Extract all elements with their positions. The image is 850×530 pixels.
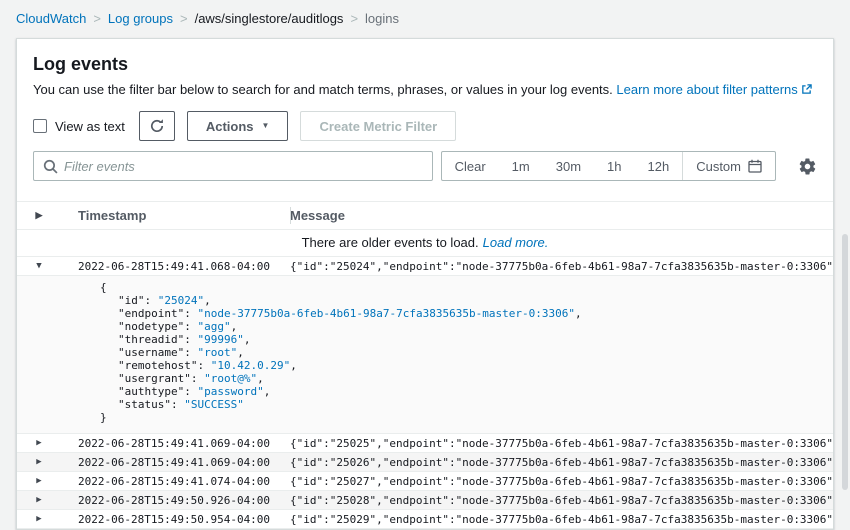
time-range-group: Clear 1m 30m 1h 12h Custom: [441, 151, 776, 181]
json-field-nodetype: "nodetype": "agg",: [100, 320, 833, 333]
expand-row-arrow[interactable]: ▶: [17, 438, 61, 448]
log-event-row[interactable]: ▶2022-06-28T15:49:41.074-04:00{"id":"250…: [17, 472, 833, 491]
older-events-text: There are older events to load.: [302, 235, 479, 250]
expand-row-arrow[interactable]: ▶: [17, 514, 61, 524]
collapse-row-arrow[interactable]: ▼: [17, 261, 61, 271]
settings-gear-icon[interactable]: [798, 157, 817, 176]
range-30m-button[interactable]: 30m: [543, 152, 594, 180]
range-1m-button[interactable]: 1m: [499, 152, 543, 180]
json-field-status: "status": "SUCCESS": [100, 398, 833, 411]
expand-row-arrow[interactable]: ▶: [17, 457, 61, 467]
page-description: You can use the filter bar below to sear…: [33, 81, 817, 99]
description-text: You can use the filter bar below to sear…: [33, 82, 613, 97]
event-timestamp: 2022-06-28T15:49:41.074-04:00: [61, 475, 290, 488]
expand-all-arrow[interactable]: ▶: [17, 210, 61, 221]
expand-row-arrow[interactable]: ▶: [17, 495, 61, 505]
toolbar: View as text Actions▼ Create Metric Filt…: [33, 111, 817, 141]
refresh-icon: [149, 118, 165, 134]
log-event-row[interactable]: ▶2022-06-28T15:49:41.069-04:00{"id":"250…: [17, 434, 833, 453]
view-as-text-checkbox[interactable]: [33, 119, 47, 133]
event-timestamp: 2022-06-28T15:49:50.954-04:00: [61, 513, 290, 526]
calendar-icon: [748, 159, 762, 173]
custom-range-button[interactable]: Custom: [682, 152, 775, 180]
event-message: {"id":"25024","endpoint":"node-37775b0a-…: [290, 260, 833, 273]
json-field-authtype: "authtype": "password",: [100, 385, 833, 398]
breadcrumb-separator: >: [350, 11, 358, 26]
event-timestamp: 2022-06-28T15:49:41.069-04:00: [61, 456, 290, 469]
external-link-icon: [801, 84, 812, 95]
range-12h-button[interactable]: 12h: [635, 152, 683, 180]
table-header-row: ▶ Timestamp Message: [17, 202, 833, 230]
event-message: {"id":"25028","endpoint":"node-37775b0a-…: [290, 494, 833, 507]
event-timestamp: 2022-06-28T15:49:41.069-04:00: [61, 437, 290, 450]
json-field-endpoint: "endpoint": "node-37775b0a-6feb-4b61-98a…: [100, 307, 833, 320]
create-metric-filter-button[interactable]: Create Metric Filter: [300, 111, 456, 141]
range-1h-button[interactable]: 1h: [594, 152, 634, 180]
chevron-down-icon: ▼: [262, 122, 270, 130]
expand-row-arrow[interactable]: ▶: [17, 476, 61, 486]
log-event-row[interactable]: ▶2022-06-28T15:49:41.069-04:00{"id":"250…: [17, 453, 833, 472]
page-scrollbar[interactable]: [842, 234, 848, 490]
log-event-row[interactable]: ▼2022-06-28T15:49:41.068-04:00{"id":"250…: [17, 257, 833, 276]
search-icon: [43, 159, 58, 174]
log-events-table: ▶ Timestamp Message There are older even…: [17, 201, 833, 529]
log-event-row[interactable]: ▶2022-06-28T15:49:50.954-04:00{"id":"250…: [17, 510, 833, 529]
breadcrumb-item-logins: logins: [365, 11, 399, 26]
event-timestamp: 2022-06-28T15:49:50.926-04:00: [61, 494, 290, 507]
column-header-timestamp[interactable]: Timestamp: [61, 208, 290, 223]
actions-button[interactable]: Actions▼: [187, 111, 289, 141]
json-field-usergrant: "usergrant": "root@%",: [100, 372, 833, 385]
json-field-threadid: "threadid": "99996",: [100, 333, 833, 346]
breadcrumb-item-cloudwatch[interactable]: CloudWatch: [16, 11, 86, 26]
filter-events-box[interactable]: [33, 151, 433, 181]
filter-bar: Clear 1m 30m 1h 12h Custom: [33, 151, 817, 181]
view-as-text-label: View as text: [55, 119, 125, 134]
clear-button[interactable]: Clear: [442, 152, 499, 180]
column-header-message[interactable]: Message: [290, 208, 833, 223]
refresh-button[interactable]: [139, 111, 175, 141]
older-events-row: There are older events to load. Load more…: [17, 230, 833, 257]
event-message: {"id":"25025","endpoint":"node-37775b0a-…: [290, 437, 833, 450]
event-message: {"id":"25026","endpoint":"node-37775b0a-…: [290, 456, 833, 469]
event-timestamp: 2022-06-28T15:49:41.068-04:00: [61, 260, 290, 273]
event-message: {"id":"25029","endpoint":"node-37775b0a-…: [290, 513, 833, 526]
log-table-body: ▼2022-06-28T15:49:41.068-04:00{"id":"250…: [17, 257, 833, 529]
learn-more-link[interactable]: Learn more about filter patterns: [616, 82, 811, 97]
json-field-remotehost: "remotehost": "10.42.0.29",: [100, 359, 833, 372]
expanded-event-json: {"id": "25024","endpoint": "node-37775b0…: [17, 276, 833, 434]
filter-events-input[interactable]: [64, 152, 432, 180]
load-more-link[interactable]: Load more.: [483, 235, 549, 250]
json-field-id: "id": "25024",: [100, 294, 833, 307]
json-field-username: "username": "root",: [100, 346, 833, 359]
breadcrumb-separator: >: [180, 11, 188, 26]
breadcrumb-item--aws-singlestore-auditlogs: /aws/singlestore/auditlogs: [195, 11, 344, 26]
log-events-card: Log events You can use the filter bar be…: [16, 38, 834, 530]
column-divider: [290, 207, 291, 224]
page-title: Log events: [33, 53, 817, 75]
view-as-text-control[interactable]: View as text: [33, 119, 125, 134]
breadcrumb-separator: >: [93, 11, 101, 26]
breadcrumb-item-log-groups[interactable]: Log groups: [108, 11, 173, 26]
event-message: {"id":"25027","endpoint":"node-37775b0a-…: [290, 475, 833, 488]
breadcrumb: CloudWatch > Log groups > /aws/singlestore/a…: [0, 0, 850, 38]
